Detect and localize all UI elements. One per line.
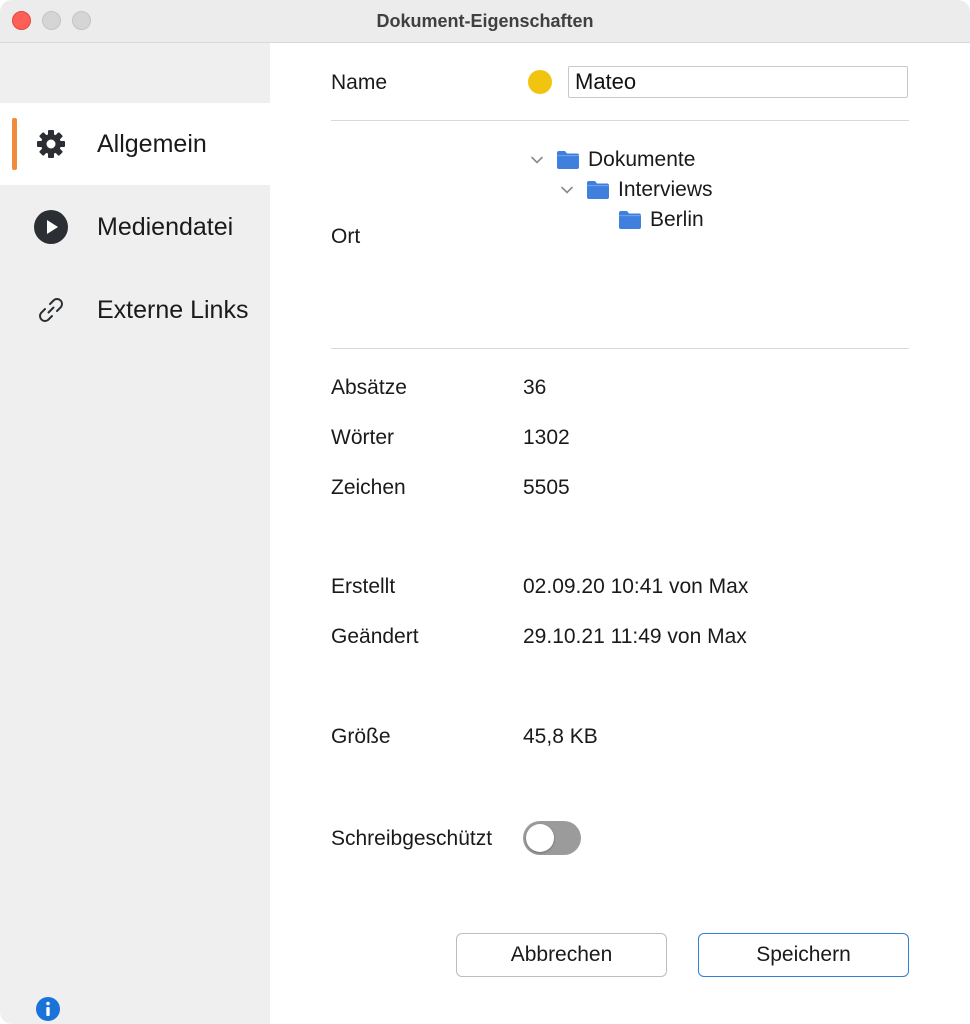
save-button[interactable]: Speichern <box>698 933 909 977</box>
location-label: Ort <box>331 225 361 248</box>
sidebar-item-label: Externe Links <box>97 296 249 324</box>
name-input[interactable] <box>568 66 908 98</box>
title-bar: Dokument-Eigenschaften <box>0 0 970 43</box>
window-title: Dokument-Eigenschaften <box>376 11 594 31</box>
readonly-toggle[interactable] <box>523 821 581 855</box>
play-icon <box>34 210 68 244</box>
divider <box>331 348 909 349</box>
general-panel: Name Ort Dokumente Interviews <box>270 43 970 1024</box>
readonly-label: Schreibgeschützt <box>331 827 493 850</box>
sidebar-item-label: Allgemein <box>97 130 207 158</box>
sidebar-item-mediendatei[interactable]: Mediendatei <box>0 186 270 268</box>
tree-item-label: Interviews <box>618 178 713 201</box>
paragraphs-value: 36 <box>523 376 547 399</box>
toggle-knob <box>526 824 554 852</box>
sidebar-item-externe-links[interactable]: Externe Links <box>0 269 270 351</box>
properties-window: Dokument-Eigenschaften Allgemein Mediend… <box>0 0 970 1024</box>
tree-item-label: Dokumente <box>588 148 696 171</box>
tree-item-berlin[interactable]: Berlin <box>618 205 704 235</box>
size-label: Größe <box>331 725 391 748</box>
color-label-dot[interactable] <box>528 70 552 94</box>
sidebar: Allgemein Mediendatei Externe Links <box>0 43 270 1024</box>
created-value: 02.09.20 10:41 von Max <box>523 575 749 598</box>
sidebar-item-allgemein[interactable]: Allgemein <box>0 103 270 185</box>
cancel-button[interactable]: Abbrechen <box>456 933 667 977</box>
words-value: 1302 <box>523 426 570 449</box>
paragraphs-label: Absätze <box>331 376 407 399</box>
words-label: Wörter <box>331 426 394 449</box>
chevron-down-icon[interactable] <box>558 181 576 199</box>
active-indicator <box>12 118 17 170</box>
folder-icon <box>556 150 580 170</box>
gear-icon <box>34 127 68 161</box>
modified-value: 29.10.21 11:49 von Max <box>523 625 747 648</box>
tree-item-interviews[interactable]: Interviews <box>558 175 713 205</box>
chars-value: 5505 <box>523 476 570 499</box>
modified-label: Geändert <box>331 625 419 648</box>
chevron-down-icon[interactable] <box>528 151 546 169</box>
link-icon <box>34 293 68 327</box>
divider <box>331 120 909 121</box>
chars-label: Zeichen <box>331 476 406 499</box>
tree-item-dokumente[interactable]: Dokumente <box>528 145 695 175</box>
sidebar-item-label: Mediendatei <box>97 213 234 241</box>
name-label: Name <box>331 71 388 94</box>
tree-item-label: Berlin <box>650 208 704 231</box>
created-label: Erstellt <box>331 575 396 598</box>
info-icon[interactable] <box>36 997 60 1021</box>
folder-icon <box>586 180 610 200</box>
folder-icon <box>618 210 642 230</box>
size-value: 45,8 KB <box>523 725 598 748</box>
